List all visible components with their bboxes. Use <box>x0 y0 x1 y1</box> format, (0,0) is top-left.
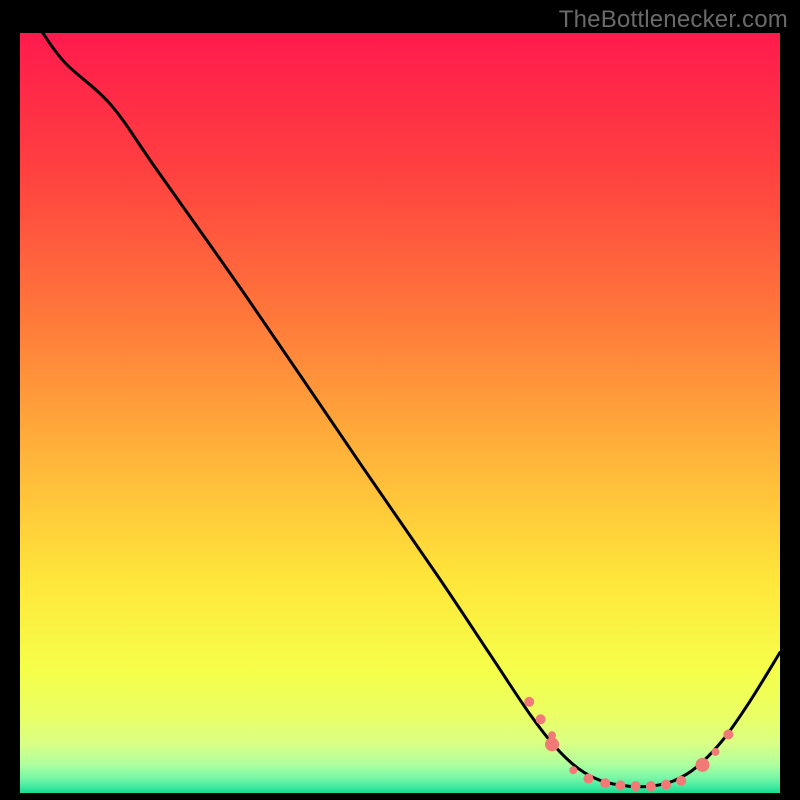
data-marker <box>661 780 671 790</box>
data-marker <box>545 737 559 751</box>
data-marker <box>600 778 610 788</box>
chart-frame: TheBottlenecker.com <box>0 0 800 800</box>
data-marker <box>723 729 733 739</box>
data-marker <box>646 781 656 791</box>
data-marker <box>676 776 686 786</box>
data-marker <box>569 766 577 774</box>
data-marker <box>583 774 593 784</box>
data-marker <box>536 714 546 724</box>
data-marker <box>631 781 641 791</box>
data-marker <box>615 780 625 790</box>
curve-layer <box>20 33 780 793</box>
bottleneck-curve <box>43 33 780 787</box>
watermark-label: TheBottlenecker.com <box>559 6 788 34</box>
plot-area <box>20 33 780 793</box>
data-marker <box>711 748 719 756</box>
data-marker <box>524 697 534 707</box>
data-marker <box>695 758 709 772</box>
